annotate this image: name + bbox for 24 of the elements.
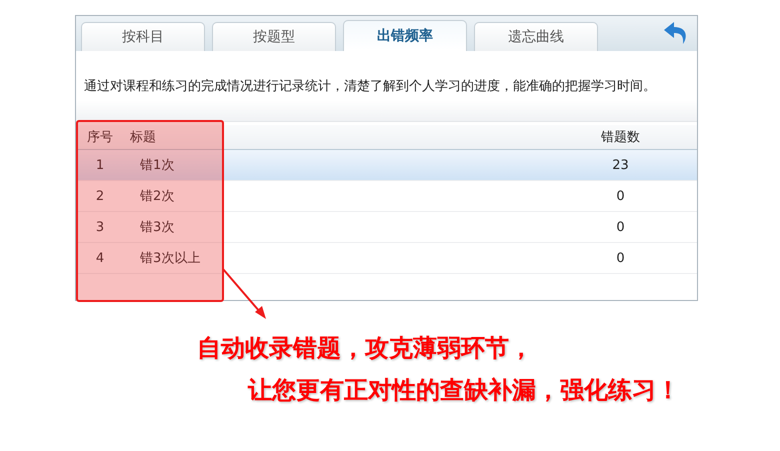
table-cell[interactable]: 0: [544, 212, 697, 243]
table-cell[interactable]: 错1次: [124, 150, 544, 181]
table-cell[interactable]: 1: [76, 150, 124, 181]
column-header[interactable]: 标题: [124, 125, 544, 150]
arrow-icon: [222, 268, 268, 320]
table-cell[interactable]: 错3次: [124, 212, 544, 243]
back-icon[interactable]: [663, 21, 689, 45]
tab[interactable]: 按科目: [81, 22, 205, 51]
table-cell[interactable]: 错2次: [124, 181, 544, 212]
column-header[interactable]: 序号: [76, 125, 124, 150]
table-cell[interactable]: 23: [544, 150, 697, 181]
column-header[interactable]: 错题数: [544, 125, 697, 150]
callout-text: 自动收录错题，攻克薄弱环节，: [197, 333, 533, 364]
tab[interactable]: 遗忘曲线: [474, 22, 598, 51]
table-cell[interactable]: 4: [76, 243, 124, 274]
table-cell[interactable]: 3: [76, 212, 124, 243]
tab[interactable]: 出错频率: [343, 20, 467, 51]
tab[interactable]: 按题型: [212, 22, 336, 51]
table-cell[interactable]: 0: [544, 181, 697, 212]
description-text: 通过对课程和练习的完成情况进行记录统计，清楚了解到个人学习的进度，能准确的把握学习时间。: [84, 78, 656, 95]
callout-text: 让您更有正对性的查缺补漏，强化练习！: [248, 375, 680, 406]
table-cell[interactable]: 错3次以上: [124, 243, 544, 274]
table-cell[interactable]: 0: [544, 243, 697, 274]
table-cell[interactable]: 2: [76, 181, 124, 212]
